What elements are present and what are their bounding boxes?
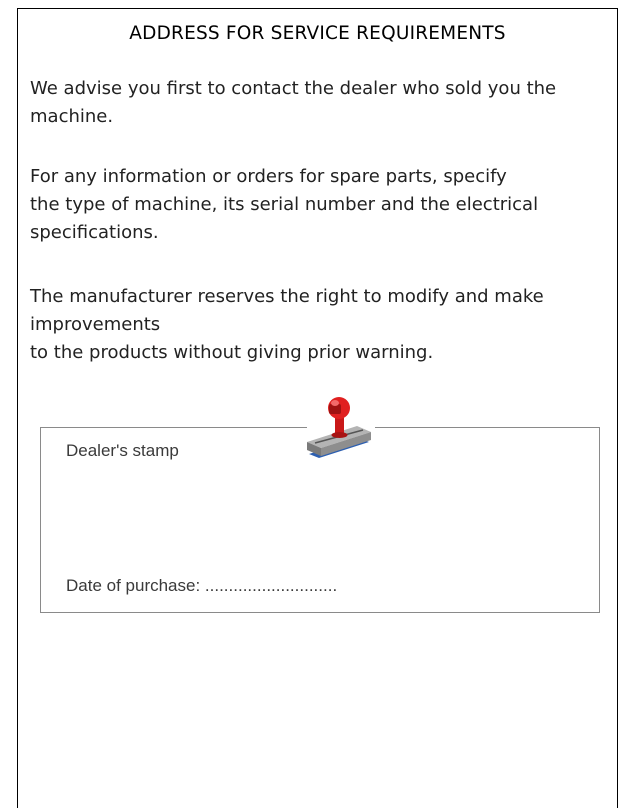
paragraph-line: specifications. xyxy=(30,222,159,243)
paragraph-line: to the products without giving prior war… xyxy=(30,342,434,363)
rubber-stamp-icon xyxy=(307,397,371,458)
dealer-contact-paragraph: We advise you first to contact the deale… xyxy=(30,75,605,131)
page-title: ADDRESS FOR SERVICE REQUIREMENTS xyxy=(129,23,506,44)
manufacturer-rights-paragraph: The manufacturer reserves the right to m… xyxy=(30,283,605,367)
spare-parts-paragraph: For any information or orders for spare … xyxy=(30,163,605,247)
paragraph-line: We advise you first to contact the deale… xyxy=(30,78,557,99)
page-frame: ADDRESS FOR SERVICE REQUIREMENTS We advi… xyxy=(17,8,618,808)
date-of-purchase-field: Date of purchase: ......................… xyxy=(66,576,338,595)
paragraph-line: The manufacturer reserves the right to m… xyxy=(30,286,544,307)
paragraph-line: For any information or orders for spare … xyxy=(30,166,507,187)
dealer-stamp-label: Dealer's stamp xyxy=(66,441,179,460)
paragraph-line: machine. xyxy=(30,106,114,127)
dealer-stamp-box: Dealer's stamp Date of purchase: .......… xyxy=(40,397,600,613)
paragraph-line: the type of machine, its serial number a… xyxy=(30,194,539,215)
paragraph-line: improvements xyxy=(30,314,161,335)
